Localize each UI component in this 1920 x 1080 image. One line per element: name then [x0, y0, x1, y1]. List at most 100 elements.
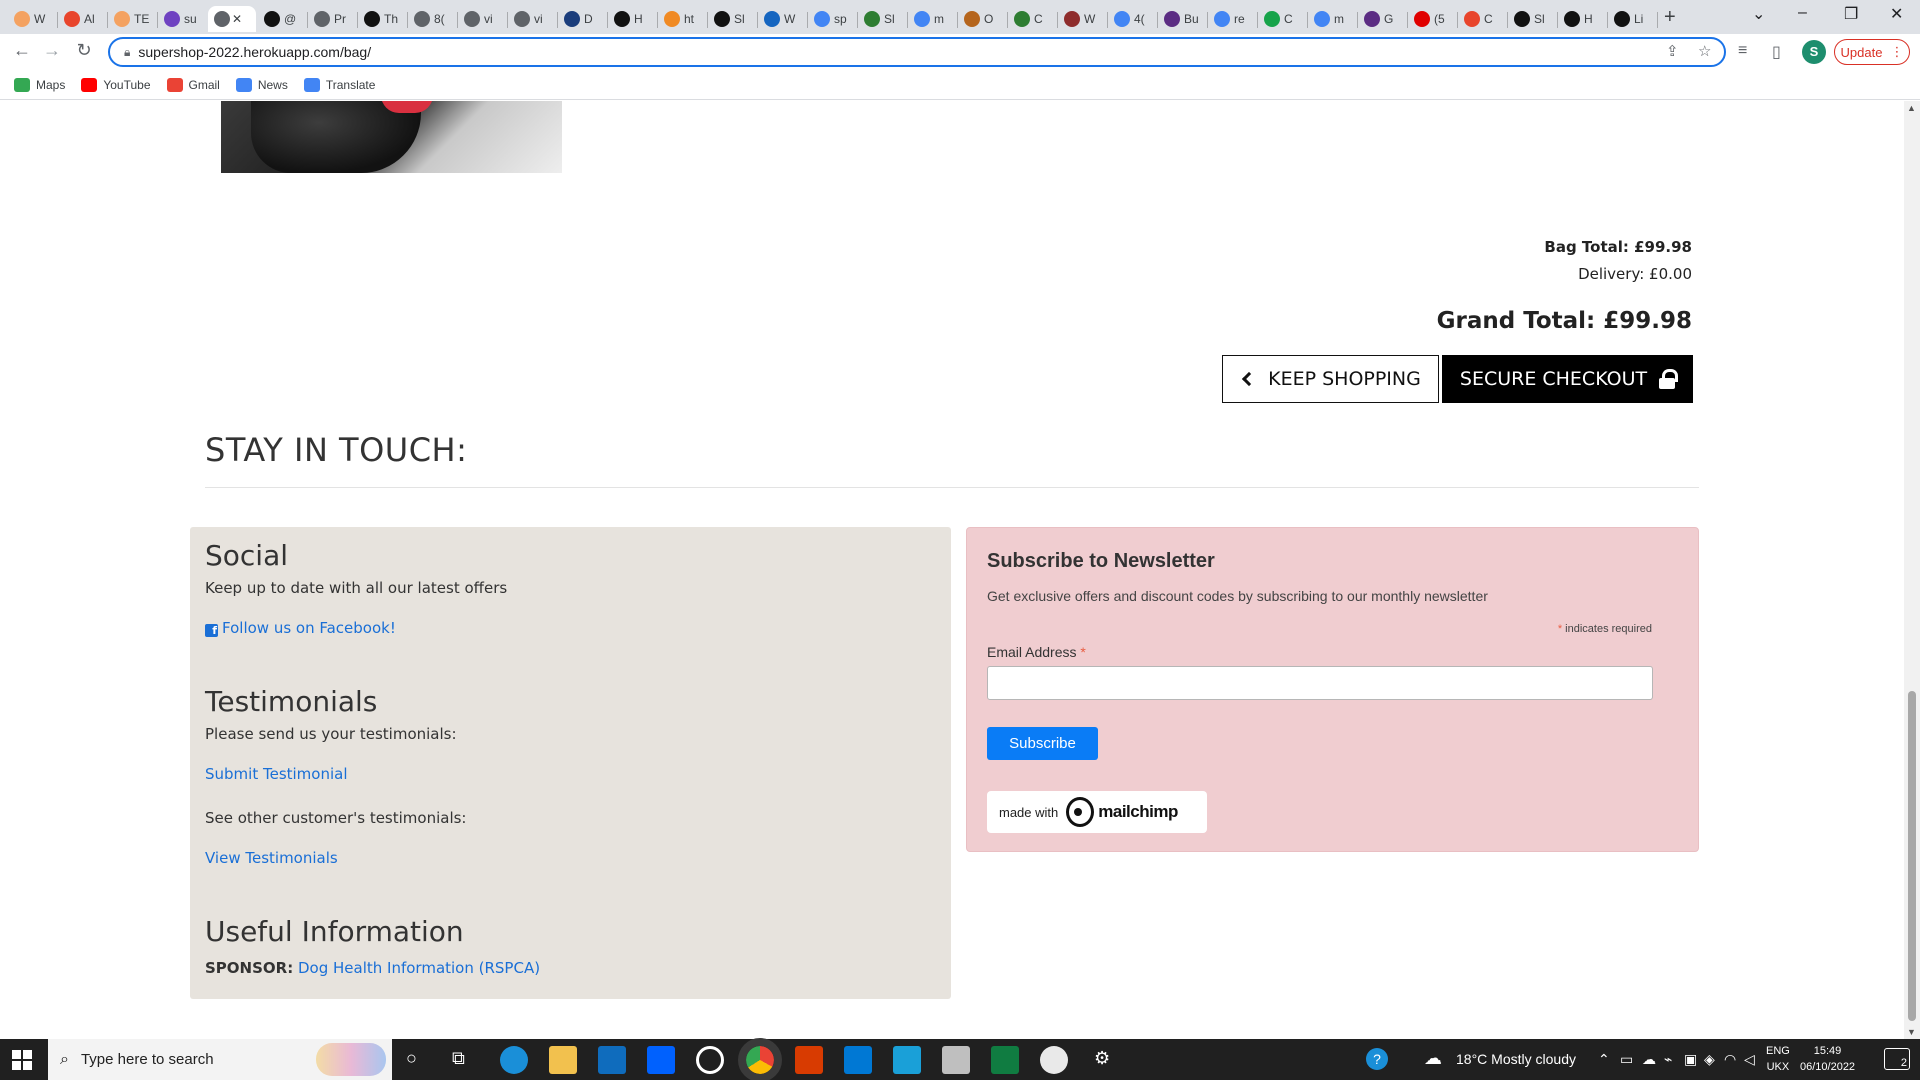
- browser-tab[interactable]: vi: [508, 6, 556, 32]
- product-image[interactable]: [221, 101, 562, 173]
- bookmark-youtube[interactable]: YouTube: [81, 77, 151, 92]
- paint-icon[interactable]: [1040, 1046, 1068, 1074]
- help-icon[interactable]: ?: [1366, 1048, 1388, 1070]
- browser-tab[interactable]: W: [8, 6, 56, 32]
- padlock-icon[interactable]: 🔒︎: [124, 45, 130, 60]
- bookmark-news[interactable]: News: [235, 77, 288, 92]
- browser-tab[interactable]: su: [158, 6, 206, 32]
- browser-tab[interactable]: W: [1058, 6, 1106, 32]
- settings-gear-icon[interactable]: ⚙: [1094, 1048, 1110, 1069]
- reload-icon[interactable]: ↻: [72, 40, 96, 61]
- wifi-icon[interactable]: ◠: [1724, 1051, 1736, 1068]
- bookmark-translate[interactable]: Translate: [303, 77, 375, 92]
- secure-checkout-button[interactable]: SECURE CHECKOUT: [1442, 355, 1693, 403]
- browser-tab[interactable]: W: [758, 6, 806, 32]
- browser-tab[interactable]: @: [258, 6, 306, 32]
- tray-chevron-up-icon[interactable]: ⌃: [1598, 1051, 1610, 1068]
- bookmark-maps[interactable]: Maps: [14, 77, 65, 92]
- browser-tab[interactable]: Pr: [308, 6, 356, 32]
- browser-tab[interactable]: C: [1258, 6, 1306, 32]
- view-testimonials-link[interactable]: View Testimonials: [205, 849, 338, 867]
- excel-icon[interactable]: [991, 1046, 1019, 1074]
- chrome-icon[interactable]: [738, 1038, 782, 1080]
- browser-tab[interactable]: O: [958, 6, 1006, 32]
- bookmark-gmail[interactable]: Gmail: [166, 77, 220, 92]
- mailchimp-badge[interactable]: made with mailchimp: [987, 791, 1207, 833]
- close-tab-icon[interactable]: ✕: [232, 12, 242, 26]
- back-icon[interactable]: ←: [10, 40, 34, 61]
- browser-tab[interactable]: m: [908, 6, 956, 32]
- browser-tab[interactable]: TE: [108, 6, 156, 32]
- sponsor-link[interactable]: Dog Health Information (RSPCA): [298, 959, 540, 977]
- subscribe-button[interactable]: Subscribe: [987, 727, 1098, 760]
- bookmark-star-icon[interactable]: ☆: [1698, 42, 1711, 60]
- security-icon[interactable]: ◈: [1704, 1051, 1715, 1068]
- facebook-link[interactable]: f Follow us on Facebook!: [205, 619, 396, 637]
- share-icon[interactable]: ⇪: [1666, 42, 1679, 60]
- browser-tab[interactable]: Bu: [1158, 6, 1206, 32]
- vscode-icon[interactable]: [844, 1046, 872, 1074]
- browser-tab[interactable]: sp: [808, 6, 856, 32]
- restore-icon[interactable]: ❐: [1844, 4, 1858, 24]
- browser-tab[interactable]: 4(: [1108, 6, 1156, 32]
- cloudy-weather-icon[interactable]: ☁: [1424, 1048, 1442, 1069]
- browser-tab[interactable]: H: [1558, 6, 1606, 32]
- browser-tab[interactable]: Th: [358, 6, 406, 32]
- browser-tab[interactable]: re: [1208, 6, 1256, 32]
- file-explorer-icon[interactable]: [549, 1046, 577, 1074]
- browser-tab[interactable]: Al: [58, 6, 106, 32]
- tab-search-icon[interactable]: ⌄: [1752, 4, 1765, 24]
- browser-tab[interactable]: 8(: [408, 6, 456, 32]
- taskbar-search-box[interactable]: ⌕ Type here to search: [48, 1039, 392, 1080]
- scroll-down-arrow-icon[interactable]: ▼: [1907, 1027, 1916, 1037]
- minimize-icon[interactable]: –: [1798, 4, 1807, 22]
- task-view-icon[interactable]: ⧉: [452, 1048, 465, 1069]
- volume-icon[interactable]: ◁: [1744, 1051, 1755, 1068]
- browser-tab-active[interactable]: ✕: [208, 6, 256, 32]
- browser-tab[interactable]: vi: [458, 6, 506, 32]
- profile-avatar[interactable]: S: [1802, 40, 1826, 64]
- browser-tab[interactable]: C: [1008, 6, 1056, 32]
- address-bar[interactable]: 🔒︎ supershop-2022.herokuapp.com/bag/: [108, 37, 1726, 67]
- office-icon[interactable]: [795, 1046, 823, 1074]
- browser-tab[interactable]: (5: [1408, 6, 1456, 32]
- forward-icon[interactable]: →: [40, 40, 64, 61]
- side-panel-icon[interactable]: ▯: [1772, 42, 1781, 62]
- start-button[interactable]: [12, 1050, 32, 1070]
- system-clock[interactable]: 15:49 06/10/2022: [1800, 1043, 1855, 1075]
- cortana-icon[interactable]: ○: [406, 1048, 417, 1069]
- browser-tab[interactable]: H: [608, 6, 656, 32]
- battery-icon[interactable]: ▭: [1620, 1051, 1633, 1068]
- browser-tab[interactable]: ht: [658, 6, 706, 32]
- close-window-icon[interactable]: ✕: [1890, 4, 1903, 24]
- browser-tab[interactable]: Sl: [708, 6, 756, 32]
- usb-icon[interactable]: ⌁: [1664, 1051, 1672, 1068]
- page-scrollbar[interactable]: ▲ ▼: [1904, 101, 1920, 1039]
- update-button[interactable]: Update ⋮: [1834, 39, 1910, 65]
- scroll-up-arrow-icon[interactable]: ▲: [1907, 103, 1916, 113]
- browser-tab[interactable]: Sl: [1508, 6, 1556, 32]
- mail-icon[interactable]: [598, 1046, 626, 1074]
- browser-tab[interactable]: D: [558, 6, 606, 32]
- browser-tab[interactable]: G: [1358, 6, 1406, 32]
- snipping-tool-icon[interactable]: [942, 1046, 970, 1074]
- onedrive-icon[interactable]: ☁: [1642, 1051, 1656, 1068]
- browser-tab[interactable]: Li: [1608, 6, 1656, 32]
- weather-text[interactable]: 18°C Mostly cloudy: [1456, 1051, 1576, 1067]
- dropbox-icon[interactable]: [647, 1046, 675, 1074]
- submit-testimonial-link[interactable]: Submit Testimonial: [205, 765, 348, 783]
- github-desktop-icon[interactable]: [696, 1046, 724, 1074]
- scrollbar-thumb[interactable]: [1908, 691, 1916, 1021]
- reading-list-icon[interactable]: ≡: [1738, 42, 1747, 60]
- email-field[interactable]: [987, 666, 1653, 700]
- photos-icon[interactable]: [893, 1046, 921, 1074]
- display-icon[interactable]: ▣: [1684, 1051, 1697, 1068]
- browser-tab[interactable]: C: [1458, 6, 1506, 32]
- browser-tab[interactable]: Sl: [858, 6, 906, 32]
- keep-shopping-button[interactable]: KEEP SHOPPING: [1222, 355, 1439, 403]
- edge-icon[interactable]: [500, 1046, 528, 1074]
- notification-center-icon[interactable]: 2: [1884, 1048, 1910, 1070]
- new-tab-button[interactable]: +: [1664, 6, 1676, 29]
- browser-tab[interactable]: m: [1308, 6, 1356, 32]
- input-language[interactable]: ENG UKX: [1766, 1043, 1790, 1075]
